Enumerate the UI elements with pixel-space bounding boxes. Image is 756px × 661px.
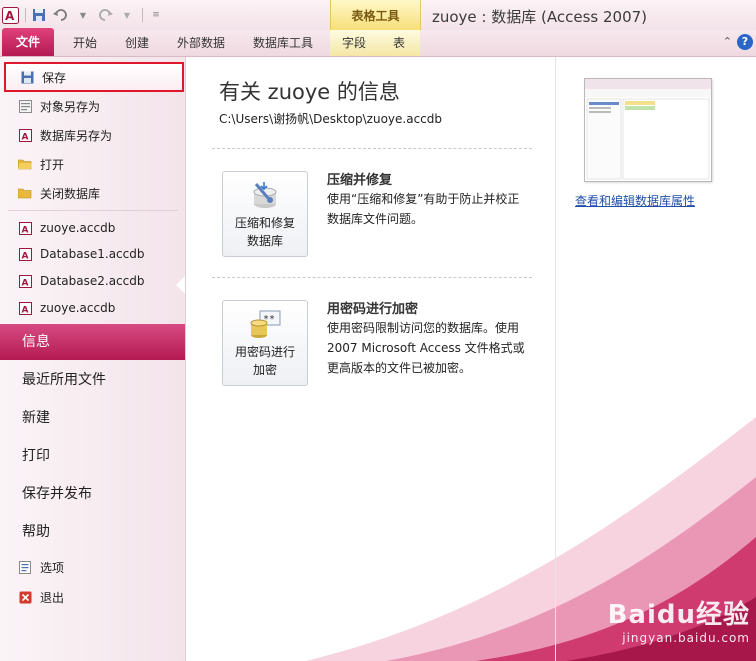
nav-separator: [8, 210, 178, 211]
nav-tab-info[interactable]: 信息: [0, 324, 185, 360]
recent-file-label: Database2.accdb: [40, 274, 145, 288]
encrypt-password-description: 使用密码限制访问您的数据库。使用 2007 Microsoft Access 文…: [327, 321, 525, 375]
save-object-as-label: 对象另存为: [40, 99, 101, 114]
nav-tab-recent[interactable]: 最近所用文件: [0, 362, 185, 398]
recent-file-item[interactable]: A zuoye.accdb: [4, 295, 180, 321]
database-save-as-icon: A: [18, 128, 32, 142]
encrypt-password-button-line2: 加密: [252, 363, 277, 377]
close-database-command[interactable]: 关闭数据库: [4, 180, 180, 206]
recent-file-item[interactable]: A Database2.accdb: [4, 268, 180, 294]
compact-repair-icon: [248, 180, 282, 210]
svg-text:A: A: [21, 305, 28, 315]
exit-command[interactable]: 退出: [4, 584, 180, 610]
encrypt-password-button[interactable]: ** 用密码进行 加密: [222, 300, 308, 386]
access-file-icon: A: [18, 247, 32, 261]
recent-file-label: zuoye.accdb: [40, 221, 116, 235]
customize-qat-icon[interactable]: ≡: [146, 5, 166, 25]
quick-access-toolbar: A ▼ ▼ ≡: [0, 3, 168, 27]
tab-database-tools[interactable]: 数据库工具: [244, 30, 322, 56]
watermark: Baidu经验 jingyan.baidu.com: [608, 594, 750, 645]
save-object-as-command[interactable]: 对象另存为: [4, 93, 180, 119]
compact-repair-heading: 压缩并修复: [327, 173, 393, 188]
encrypt-password-heading: 用密码进行加密: [327, 302, 419, 317]
pane-separator: [555, 57, 556, 661]
open-command[interactable]: 打开: [4, 151, 180, 177]
options-command[interactable]: 选项: [4, 554, 180, 580]
tab-create[interactable]: 创建: [114, 30, 160, 56]
access-file-icon: A: [18, 221, 32, 235]
close-database-icon: [18, 186, 32, 200]
table-tools-context-group: 表格工具: [330, 0, 421, 30]
access-logo-icon[interactable]: A: [0, 5, 20, 25]
recent-file-item[interactable]: A zuoye.accdb: [4, 215, 180, 241]
options-icon: [18, 560, 32, 574]
backstage-nav: 保存 对象另存为 A 数据库另存为 打开 关闭数据库 A zuoye.accdb…: [0, 57, 186, 661]
save-command[interactable]: 保存: [4, 62, 184, 92]
tab-external-data[interactable]: 外部数据: [168, 30, 234, 56]
database-thumbnail: [584, 78, 712, 182]
help-icon[interactable]: ?: [737, 34, 753, 50]
undo-icon[interactable]: [51, 5, 71, 25]
save-command-label: 保存: [42, 70, 67, 85]
nav-tab-help[interactable]: 帮助: [0, 514, 185, 550]
watermark-brand: Baidu经验: [607, 600, 750, 630]
tab-home[interactable]: 开始: [60, 30, 110, 56]
save-as-icon: [18, 99, 32, 113]
file-path: C:\Users\谢扬帆\Desktop\zuoye.accdb: [219, 112, 443, 126]
compact-repair-button-line1: 压缩和修复: [234, 216, 295, 230]
save-database-as-label: 数据库另存为: [40, 128, 113, 143]
access-file-icon: A: [18, 274, 32, 288]
tab-fields[interactable]: 字段: [330, 30, 378, 56]
nav-tab-save-publish[interactable]: 保存并发布: [0, 476, 185, 512]
redo-dropdown-icon[interactable]: ▼: [117, 5, 137, 25]
svg-text:A: A: [21, 278, 28, 288]
watermark-url: jingyan.baidu.com: [622, 631, 750, 645]
info-pane: 有关 zuoye 的信息 C:\Users\谢扬帆\Desktop\zuoye.…: [186, 57, 756, 661]
options-label: 选项: [40, 560, 65, 575]
page-title: 有关 zuoye 的信息: [219, 80, 400, 104]
compact-repair-description: 使用“压缩和修复”有助于防止并校正数据库文件问题。: [327, 192, 520, 226]
nav-tab-print[interactable]: 打印: [0, 438, 185, 474]
svg-text:A: A: [21, 132, 28, 142]
qat-separator: [142, 8, 143, 22]
title-bar: A ▼ ▼ ≡ 表格工具 zuoye : 数据库 (Access 2007): [0, 0, 756, 30]
window-title: zuoye : 数据库 (Access 2007): [432, 8, 648, 26]
encrypt-password-button-line1: 用密码进行: [234, 345, 295, 359]
encrypt-password-icon: **: [248, 309, 282, 339]
open-folder-icon: [18, 157, 32, 171]
database-properties-link[interactable]: 查看和编辑数据库属性: [575, 192, 695, 209]
recent-file-item[interactable]: A Database1.accdb: [4, 241, 180, 267]
ribbon-minimize-icon[interactable]: ⌃: [723, 35, 732, 48]
save-database-as-command[interactable]: A 数据库另存为: [4, 122, 180, 148]
compact-repair-button[interactable]: 压缩和修复 数据库: [222, 171, 308, 257]
exit-icon: [18, 590, 32, 604]
compact-repair-button-line2: 数据库: [246, 234, 283, 248]
tab-table[interactable]: 表: [378, 30, 420, 56]
save-icon: [20, 70, 34, 84]
section-divider: [212, 277, 532, 278]
svg-text:A: A: [21, 251, 28, 261]
redo-icon[interactable]: [95, 5, 115, 25]
qat-separator: [25, 8, 26, 22]
tab-file[interactable]: 文件: [2, 28, 54, 56]
svg-text:A: A: [21, 225, 28, 235]
recent-file-label: Database1.accdb: [40, 247, 145, 261]
section-divider: [212, 148, 532, 149]
selected-tab-pointer: [176, 276, 185, 294]
close-database-label: 关闭数据库: [40, 186, 101, 201]
ribbon-tab-bar: 文件 开始 创建 外部数据 数据库工具 字段 表 ⌃ ?: [0, 28, 756, 57]
nav-tab-new[interactable]: 新建: [0, 400, 185, 436]
undo-dropdown-icon[interactable]: ▼: [73, 5, 93, 25]
save-icon[interactable]: [29, 5, 49, 25]
exit-label: 退出: [40, 590, 65, 605]
open-label: 打开: [40, 157, 65, 172]
svg-text:A: A: [5, 9, 15, 23]
recent-file-label: zuoye.accdb: [40, 301, 116, 315]
access-file-icon: A: [18, 301, 32, 315]
